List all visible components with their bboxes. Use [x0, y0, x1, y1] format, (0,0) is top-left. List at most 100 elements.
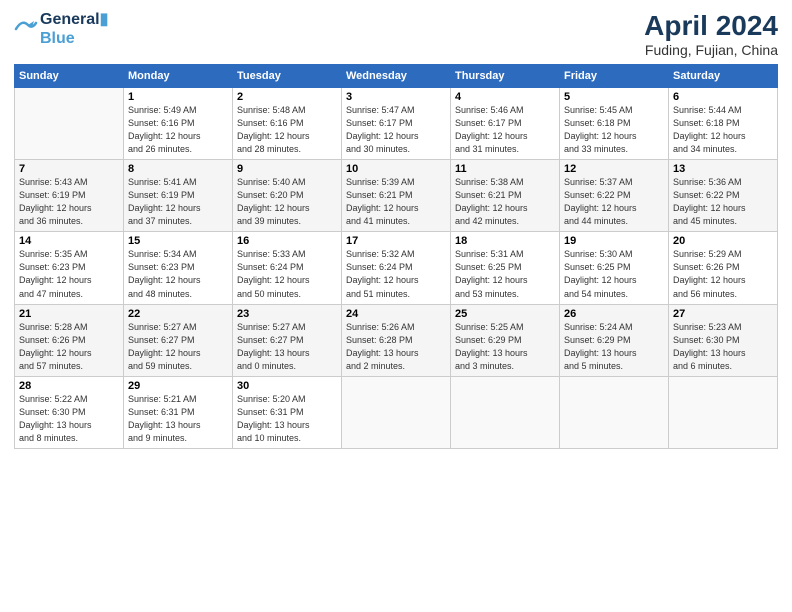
day-number: 1 — [128, 91, 228, 103]
cell-info: Sunrise: 5:34 AMSunset: 6:23 PMDaylight:… — [128, 248, 228, 300]
day-number: 17 — [346, 235, 446, 247]
day-number: 21 — [19, 308, 119, 320]
cell-info: Sunrise: 5:32 AMSunset: 6:24 PMDaylight:… — [346, 248, 446, 300]
cell-info: Sunrise: 5:21 AMSunset: 6:31 PMDaylight:… — [128, 393, 228, 445]
cell-info: Sunrise: 5:22 AMSunset: 6:30 PMDaylight:… — [19, 393, 119, 445]
calendar-cell: 19Sunrise: 5:30 AMSunset: 6:25 PMDayligh… — [560, 232, 669, 304]
calendar-cell: 29Sunrise: 5:21 AMSunset: 6:31 PMDayligh… — [124, 376, 233, 448]
calendar-cell: 1Sunrise: 5:49 AMSunset: 6:16 PMDaylight… — [124, 88, 233, 160]
cell-info: Sunrise: 5:30 AMSunset: 6:25 PMDaylight:… — [564, 248, 664, 300]
header: General▮ Blue April 2024 Fuding, Fujian,… — [14, 10, 778, 58]
day-number: 25 — [455, 308, 555, 320]
logo-icon — [14, 17, 38, 41]
cell-info: Sunrise: 5:46 AMSunset: 6:17 PMDaylight:… — [455, 104, 555, 156]
calendar-cell: 16Sunrise: 5:33 AMSunset: 6:24 PMDayligh… — [233, 232, 342, 304]
day-number: 3 — [346, 91, 446, 103]
calendar-cell: 30Sunrise: 5:20 AMSunset: 6:31 PMDayligh… — [233, 376, 342, 448]
calendar-cell: 15Sunrise: 5:34 AMSunset: 6:23 PMDayligh… — [124, 232, 233, 304]
day-number: 8 — [128, 163, 228, 175]
day-number: 2 — [237, 91, 337, 103]
calendar-cell: 2Sunrise: 5:48 AMSunset: 6:16 PMDaylight… — [233, 88, 342, 160]
day-number: 10 — [346, 163, 446, 175]
day-number: 7 — [19, 163, 119, 175]
calendar-cell: 21Sunrise: 5:28 AMSunset: 6:26 PMDayligh… — [15, 304, 124, 376]
cell-info: Sunrise: 5:24 AMSunset: 6:29 PMDaylight:… — [564, 321, 664, 373]
cell-info: Sunrise: 5:28 AMSunset: 6:26 PMDaylight:… — [19, 321, 119, 373]
calendar-cell: 18Sunrise: 5:31 AMSunset: 6:25 PMDayligh… — [451, 232, 560, 304]
cell-info: Sunrise: 5:49 AMSunset: 6:16 PMDaylight:… — [128, 104, 228, 156]
col-thursday: Thursday — [451, 65, 560, 88]
day-number: 28 — [19, 380, 119, 392]
col-tuesday: Tuesday — [233, 65, 342, 88]
calendar-cell: 5Sunrise: 5:45 AMSunset: 6:18 PMDaylight… — [560, 88, 669, 160]
cell-info: Sunrise: 5:39 AMSunset: 6:21 PMDaylight:… — [346, 176, 446, 228]
calendar-cell — [451, 376, 560, 448]
cell-info: Sunrise: 5:23 AMSunset: 6:30 PMDaylight:… — [673, 321, 773, 373]
calendar-cell: 7Sunrise: 5:43 AMSunset: 6:19 PMDaylight… — [15, 160, 124, 232]
calendar-table: Sunday Monday Tuesday Wednesday Thursday… — [14, 64, 778, 449]
day-number: 30 — [237, 380, 337, 392]
calendar-cell: 17Sunrise: 5:32 AMSunset: 6:24 PMDayligh… — [342, 232, 451, 304]
day-number: 12 — [564, 163, 664, 175]
day-number: 23 — [237, 308, 337, 320]
calendar-cell — [560, 376, 669, 448]
day-number: 14 — [19, 235, 119, 247]
col-saturday: Saturday — [669, 65, 778, 88]
calendar-header-row: Sunday Monday Tuesday Wednesday Thursday… — [15, 65, 778, 88]
cell-info: Sunrise: 5:41 AMSunset: 6:19 PMDaylight:… — [128, 176, 228, 228]
day-number: 5 — [564, 91, 664, 103]
calendar-cell — [15, 88, 124, 160]
cell-info: Sunrise: 5:20 AMSunset: 6:31 PMDaylight:… — [237, 393, 337, 445]
calendar-week-row: 21Sunrise: 5:28 AMSunset: 6:26 PMDayligh… — [15, 304, 778, 376]
col-friday: Friday — [560, 65, 669, 88]
calendar-cell: 4Sunrise: 5:46 AMSunset: 6:17 PMDaylight… — [451, 88, 560, 160]
day-number: 16 — [237, 235, 337, 247]
cell-info: Sunrise: 5:31 AMSunset: 6:25 PMDaylight:… — [455, 248, 555, 300]
calendar-cell: 9Sunrise: 5:40 AMSunset: 6:20 PMDaylight… — [233, 160, 342, 232]
day-number: 19 — [564, 235, 664, 247]
calendar-cell: 22Sunrise: 5:27 AMSunset: 6:27 PMDayligh… — [124, 304, 233, 376]
calendar-cell: 20Sunrise: 5:29 AMSunset: 6:26 PMDayligh… — [669, 232, 778, 304]
calendar-cell: 27Sunrise: 5:23 AMSunset: 6:30 PMDayligh… — [669, 304, 778, 376]
cell-info: Sunrise: 5:35 AMSunset: 6:23 PMDaylight:… — [19, 248, 119, 300]
day-number: 4 — [455, 91, 555, 103]
day-number: 27 — [673, 308, 773, 320]
cell-info: Sunrise: 5:44 AMSunset: 6:18 PMDaylight:… — [673, 104, 773, 156]
day-number: 9 — [237, 163, 337, 175]
calendar-cell: 24Sunrise: 5:26 AMSunset: 6:28 PMDayligh… — [342, 304, 451, 376]
day-number: 6 — [673, 91, 773, 103]
main-container: General▮ Blue April 2024 Fuding, Fujian,… — [0, 0, 792, 459]
day-number: 24 — [346, 308, 446, 320]
cell-info: Sunrise: 5:37 AMSunset: 6:22 PMDaylight:… — [564, 176, 664, 228]
calendar-subtitle: Fuding, Fujian, China — [644, 42, 778, 58]
cell-info: Sunrise: 5:40 AMSunset: 6:20 PMDaylight:… — [237, 176, 337, 228]
calendar-cell — [669, 376, 778, 448]
calendar-cell: 11Sunrise: 5:38 AMSunset: 6:21 PMDayligh… — [451, 160, 560, 232]
calendar-title: April 2024 — [644, 10, 778, 42]
day-number: 26 — [564, 308, 664, 320]
cell-info: Sunrise: 5:26 AMSunset: 6:28 PMDaylight:… — [346, 321, 446, 373]
cell-info: Sunrise: 5:47 AMSunset: 6:17 PMDaylight:… — [346, 104, 446, 156]
day-number: 18 — [455, 235, 555, 247]
logo-text: General▮ Blue — [40, 10, 108, 48]
day-number: 29 — [128, 380, 228, 392]
calendar-cell: 25Sunrise: 5:25 AMSunset: 6:29 PMDayligh… — [451, 304, 560, 376]
calendar-cell: 3Sunrise: 5:47 AMSunset: 6:17 PMDaylight… — [342, 88, 451, 160]
cell-info: Sunrise: 5:27 AMSunset: 6:27 PMDaylight:… — [237, 321, 337, 373]
calendar-cell: 8Sunrise: 5:41 AMSunset: 6:19 PMDaylight… — [124, 160, 233, 232]
day-number: 22 — [128, 308, 228, 320]
day-number: 20 — [673, 235, 773, 247]
calendar-cell: 10Sunrise: 5:39 AMSunset: 6:21 PMDayligh… — [342, 160, 451, 232]
calendar-week-row: 28Sunrise: 5:22 AMSunset: 6:30 PMDayligh… — [15, 376, 778, 448]
calendar-week-row: 14Sunrise: 5:35 AMSunset: 6:23 PMDayligh… — [15, 232, 778, 304]
title-block: April 2024 Fuding, Fujian, China — [644, 10, 778, 58]
calendar-week-row: 1Sunrise: 5:49 AMSunset: 6:16 PMDaylight… — [15, 88, 778, 160]
cell-info: Sunrise: 5:25 AMSunset: 6:29 PMDaylight:… — [455, 321, 555, 373]
calendar-cell: 26Sunrise: 5:24 AMSunset: 6:29 PMDayligh… — [560, 304, 669, 376]
col-wednesday: Wednesday — [342, 65, 451, 88]
calendar-cell: 23Sunrise: 5:27 AMSunset: 6:27 PMDayligh… — [233, 304, 342, 376]
calendar-cell: 12Sunrise: 5:37 AMSunset: 6:22 PMDayligh… — [560, 160, 669, 232]
calendar-cell: 28Sunrise: 5:22 AMSunset: 6:30 PMDayligh… — [15, 376, 124, 448]
day-number: 13 — [673, 163, 773, 175]
calendar-week-row: 7Sunrise: 5:43 AMSunset: 6:19 PMDaylight… — [15, 160, 778, 232]
